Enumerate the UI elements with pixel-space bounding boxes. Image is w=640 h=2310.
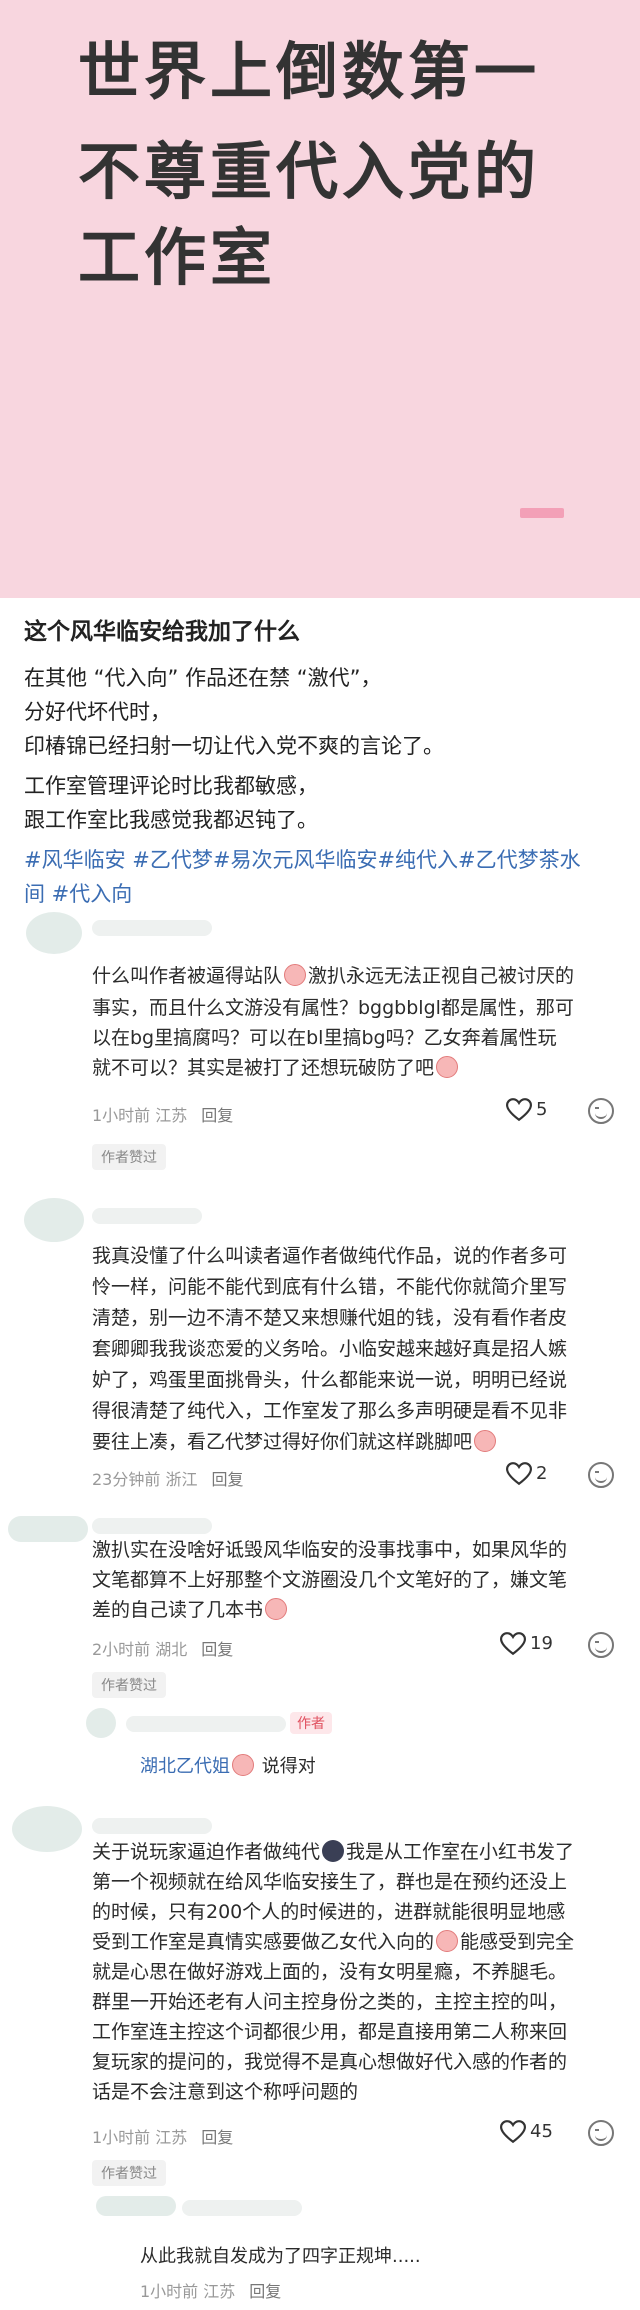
comment-text: 套卿卿我我谈恋爱的义务哈。小临安越来越好真是招人嫉: [92, 1338, 568, 1360]
cover-image: 世界上倒数第一 不尊重代入党的 工作室: [0, 0, 640, 598]
comment-text: 激扒实在没啥好诋毁风华临安的没事找事中，如果风华的: [92, 1539, 568, 1561]
pig-emoji-icon: [284, 964, 307, 986]
avatar[interactable]: [26, 912, 82, 954]
like-count: 19: [530, 1633, 553, 1654]
author-liked-badge: 作者赞过: [92, 2160, 166, 2186]
comment-text: 得很清楚了纯代入，工作室发了那么多声明硬是看不见非: [92, 1400, 568, 1422]
emoji-icon[interactable]: [588, 1632, 614, 1658]
emoji-icon[interactable]: [588, 2120, 614, 2146]
emoji-icon[interactable]: [588, 1098, 614, 1124]
commenter-name[interactable]: [92, 920, 212, 936]
pig-emoji-icon: [436, 1056, 459, 1078]
emoji-icon[interactable]: [588, 1462, 614, 1488]
comment-text: 什么叫作者被逼得站队 激扒永远无法正视自己被讨厌的: [92, 964, 575, 987]
comment-text: 清楚，别一边不清不楚又来想赚代姐的钱，没有看作者皮: [92, 1307, 568, 1329]
comment-text: 以在bg里搞腐吗？可以在bl里搞bg吗？乙女奔着属性玩: [92, 1027, 557, 1049]
pig-emoji-icon: [474, 1430, 497, 1452]
post-title: 这个风华临安给我加了什么: [24, 619, 300, 645]
comment-text: 就不可以？其实是被打了还想玩破防了吧: [92, 1054, 460, 1083]
heart-icon: [500, 2120, 526, 2144]
cover-title-line-3: 工作室: [78, 221, 277, 294]
reply-avatar[interactable]: [96, 2196, 176, 2216]
reply-author-name[interactable]: [182, 2200, 302, 2216]
comment-text: 事实，而且什么文游没有属性？bggbblgl都是属性，那可: [92, 997, 574, 1019]
author-tag: 作者: [290, 1712, 332, 1734]
comment-time: 2小时前 湖北: [92, 1640, 188, 1659]
reply-avatar[interactable]: [86, 1708, 116, 1738]
like-button[interactable]: 5: [506, 1098, 547, 1122]
comment-meta: 1小时前 江苏 回复: [92, 2124, 233, 2148]
comment-text: 就是心思在做好游戏上面的，没有女明星瘾，不养腿毛。: [92, 1961, 568, 1983]
comment-text: 文笔都算不上好那整个文游圈没几个文笔好的了，嫌文笔: [92, 1569, 568, 1591]
comment-meta: 23分钟前 浙江 回复: [92, 1466, 243, 1490]
comment-text: 妒了，鸡蛋里面挑骨头，什么都能来说一说，明明已经说: [92, 1369, 568, 1391]
commenter-name[interactable]: [92, 1208, 202, 1224]
reply-meta: 1小时前 江苏 回复: [140, 2278, 281, 2302]
like-button[interactable]: 2: [506, 1462, 547, 1486]
comment-time: 23分钟前 浙江: [92, 1470, 198, 1489]
avatar[interactable]: [8, 1516, 88, 1542]
mention-link[interactable]: 湖北乙代姐: [140, 1756, 230, 1777]
reply-button[interactable]: 回复: [201, 1640, 233, 1659]
comment-text: 要往上凑，看乙代梦过得好你们就这样跳脚吧: [92, 1428, 498, 1457]
nested-reply-text: 从此我就自发成为了四字正规坤.....: [140, 2246, 421, 2267]
heart-icon: [506, 1098, 532, 1122]
like-button[interactable]: 45: [500, 2120, 553, 2144]
comment-text: 话是不会注意到这个称呼问题的: [92, 2081, 359, 2103]
comment-text: 受到工作室是真情实感要做乙女代入向的 能感受到完全: [92, 1930, 575, 1953]
author-liked-badge: 作者赞过: [92, 1144, 166, 1170]
heart-icon: [506, 1462, 532, 1486]
author-liked-badge: 作者赞过: [92, 1672, 166, 1698]
reply-author-name[interactable]: [126, 1716, 286, 1732]
post-tags[interactable]: 间 #代入向: [24, 878, 132, 910]
pig-emoji-icon: [265, 1598, 288, 1620]
avatar[interactable]: [24, 1198, 84, 1242]
post-body-line: 跟工作室比我感觉我都迟钝了。: [24, 808, 318, 832]
cover-title-line-1: 世界上倒数第一: [78, 35, 541, 108]
comment-text: 关于说玩家逼迫作者做纯代 我是从工作室在小红书发了: [92, 1840, 575, 1863]
like-count: 2: [536, 1463, 548, 1484]
pig-emoji-icon: [436, 1930, 459, 1952]
comment-time: 1小时前 江苏: [92, 2128, 188, 2147]
post-body-line: 工作室管理评论时比我都敏感，: [24, 774, 318, 798]
comment-text: 第一个视频就在给风华临安接生了，群也是在预约还没上: [92, 1871, 568, 1893]
comment-time: 1小时前 江苏: [92, 1106, 188, 1125]
avatar[interactable]: [12, 1806, 82, 1852]
post-tags[interactable]: #风华临安 #乙代梦#易次元风华临安#纯代入#乙代梦茶水: [24, 844, 581, 876]
comment-meta: 2小时前 湖北 回复: [92, 1636, 233, 1660]
post-body-line: 分好代坏代时，: [24, 700, 171, 724]
cover-accent-dash: [520, 508, 564, 518]
comment-text: 怜一样，问能不能代到底有什么错，不能代你就简介里写: [92, 1276, 568, 1298]
reply-time: 1小时前 江苏: [140, 2282, 236, 2301]
comment-text: 我真没懂了什么叫读者逼作者做纯代作品，说的作者多可: [92, 1245, 568, 1267]
reply-button[interactable]: 回复: [249, 2282, 281, 2301]
like-button[interactable]: 19: [500, 1632, 553, 1656]
comment-text: 的时候，只有200个人的时候进的，进群就能很明显地感: [92, 1901, 566, 1923]
author-reply-text: 湖北乙代姐 说得对: [140, 1754, 316, 1777]
dark-face-emoji-icon: [322, 1840, 345, 1862]
commenter-name[interactable]: [92, 1818, 212, 1834]
reply-button[interactable]: 回复: [211, 1470, 243, 1489]
comment-text: 复玩家的提问的，我觉得不是真心想做好代入感的作者的: [92, 2051, 568, 2073]
reply-button[interactable]: 回复: [201, 2128, 233, 2147]
like-count: 45: [530, 2121, 553, 2142]
post-body-line: 印椿锦已经扫射一切让代入党不爽的言论了。: [24, 734, 444, 758]
like-count: 5: [536, 1099, 548, 1120]
reply-button[interactable]: 回复: [201, 1106, 233, 1125]
comment-meta: 1小时前 江苏 回复: [92, 1102, 233, 1126]
commenter-name[interactable]: [92, 1518, 212, 1534]
comment-text: 工作室连主控这个词都很少用，都是直接用第二人称来回: [92, 2021, 568, 2043]
comment-text: 群里一开始还老有人问主控身份之类的，主控主控的叫，: [92, 1991, 568, 2013]
cover-title-line-2: 不尊重代入党的: [78, 135, 541, 208]
heart-icon: [500, 1632, 526, 1656]
post-body-line: 在其他 “代入向” 作品还在禁 “激代”，: [24, 666, 382, 690]
comment-text: 差的自己读了几本书: [92, 1596, 289, 1625]
pig-emoji-icon: [232, 1754, 254, 1776]
